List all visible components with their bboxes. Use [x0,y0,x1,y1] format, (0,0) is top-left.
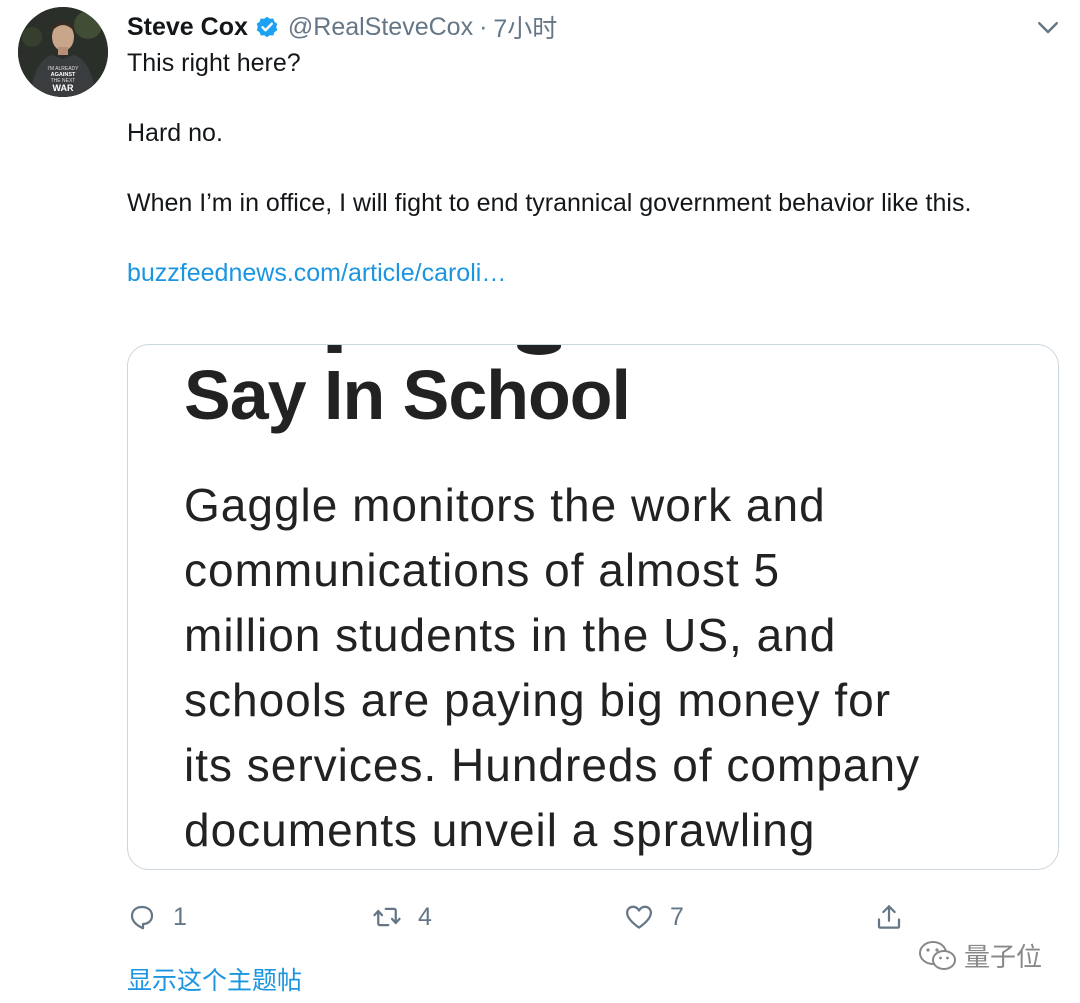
card-body-line: million students in the US, and [184,609,837,661]
reply-icon [130,905,154,930]
card-body-line: communications of almost 5 [184,544,781,596]
card-headline: Say In School [184,356,631,434]
cropped-text-fragment [327,345,562,355]
tweet-timestamp[interactable]: 7小时 [493,9,557,45]
tweet-text-line: Hard no. [127,119,223,147]
card-body-line: documents unveil a sprawling [184,804,816,856]
tweet-text-line: When I’m in office, I will fight to end … [127,189,972,217]
header-separator: · [479,12,488,41]
avatar-shirt-line-4: WAR [53,83,74,93]
tweet-text-line: This right here? [127,49,301,77]
reply-count: 1 [173,902,187,931]
author-name[interactable]: Steve Cox [127,13,248,42]
retweet-count: 4 [418,902,432,931]
article-image-card[interactable]: Say In School Gaggle monitors the work a… [127,344,1059,870]
like-button[interactable]: 7 [624,897,684,937]
retweet-button[interactable]: 4 [372,897,432,937]
watermark: 量子位 [918,937,1042,974]
like-count: 7 [670,902,684,931]
share-button[interactable] [874,897,904,937]
tweet-text: This right here? Hard no. When I’m in of… [127,46,1057,291]
avatar-image: I'M ALREADY AGAINST THE NEXT WAR [18,7,108,97]
article-link[interactable]: buzzfeednews.com/article/caroli… [127,259,506,287]
card-body-line: schools are paying big money for [184,674,892,726]
card-body-line: Gaggle monitors the work and [184,479,826,531]
verified-badge-icon [256,16,278,38]
avatar[interactable]: I'M ALREADY AGAINST THE NEXT WAR [18,7,108,97]
wechat-icon [919,940,956,970]
share-icon [877,905,901,929]
tweet-header: Steve Cox @RealSteveCox · 7小时 [127,10,557,44]
author-handle[interactable]: @RealSteveCox [288,13,473,42]
card-body-text: Gaggle monitors the work and communicati… [184,473,1044,863]
card-body-line: its services. Hundreds of company [184,739,921,791]
tweet-actions: 1 4 7 [127,897,917,937]
reply-button[interactable]: 1 [127,897,187,937]
watermark-text: 量子位 [964,942,1043,972]
chevron-down-icon[interactable] [1033,12,1063,42]
show-thread-link[interactable]: 显示这个主题帖 [127,961,302,997]
retweet-icon [373,907,401,927]
heart-icon [626,905,652,929]
